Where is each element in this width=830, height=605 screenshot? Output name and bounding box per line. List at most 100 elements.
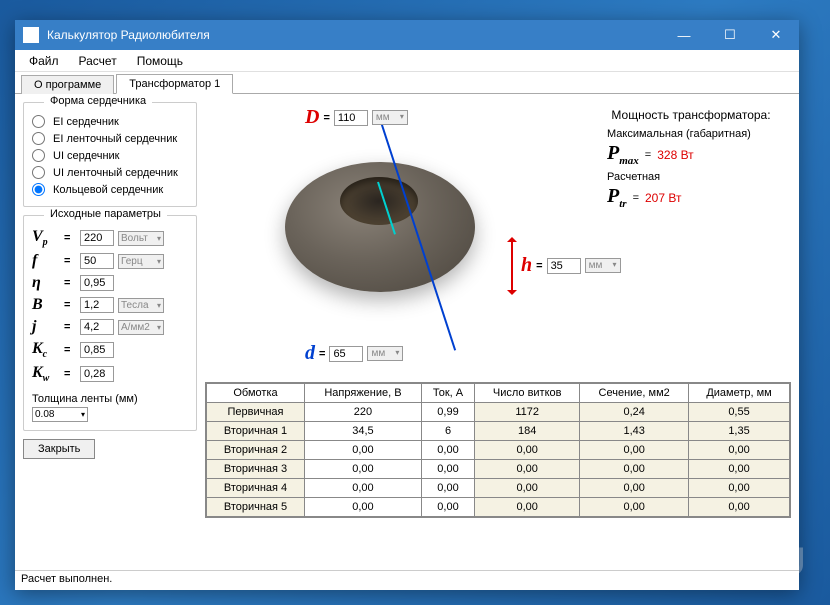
table-cell[interactable]: 0,00 [421,498,474,517]
params-title: Исходные параметры [44,208,167,220]
unit-b[interactable]: Тесла [118,298,164,313]
menu-help[interactable]: Помощь [127,51,193,71]
table-cell[interactable]: 0,00 [305,498,422,517]
tape-label: Толщина ленты (мм) [32,393,188,405]
input-kc[interactable] [80,342,114,358]
input-eta[interactable] [80,275,114,291]
unit-d[interactable]: мм [367,346,403,361]
menubar: Файл Расчет Помощь [15,50,799,72]
core-shape-title: Форма сердечника [44,95,152,107]
unit-f[interactable]: Герц [118,254,164,269]
unit-h[interactable]: мм [585,258,621,273]
table-cell[interactable]: 6 [421,422,474,441]
table-row: Вторичная 50,000,000,000,000,00 [207,498,790,517]
table-cell: 0,00 [475,441,580,460]
radio-ei-tape[interactable]: EI ленточный сердечник [32,130,188,147]
table-cell: Вторичная 2 [207,441,305,460]
close-form-button[interactable]: Закрыть [23,439,95,459]
sym-eta: η [32,274,60,292]
table-cell: 1,43 [580,422,689,441]
radio-ui-tape[interactable]: UI ленточный сердечник [32,164,188,181]
table-cell[interactable]: 0,00 [305,460,422,479]
radio-ui[interactable]: UI сердечник [32,147,188,164]
sym-kw: Kw [32,364,60,384]
toroid-diagram: D= мм d= мм h= мм Мощность трансформатор… [205,102,791,382]
tabstrip: О программе Трансформатор 1 [15,72,799,94]
unit-D[interactable]: мм [372,110,408,125]
table-row: Вторичная 134,561841,431,35 [207,422,790,441]
table-cell[interactable]: 34,5 [305,422,422,441]
height-arrow-icon [511,242,513,290]
sym-vp: Vp [32,228,60,248]
table-row: Вторичная 20,000,000,000,000,00 [207,441,790,460]
power-max-label: Максимальная (габаритная) [607,128,785,140]
table-header: Ток, А [421,384,474,403]
table-cell[interactable]: 0,99 [421,403,474,422]
table-cell: 0,00 [475,479,580,498]
input-d[interactable] [329,346,363,362]
table-cell: 1172 [475,403,580,422]
titlebar: Калькулятор Радиолюбителя — ☐ ✕ [15,20,799,50]
table-cell: 0,00 [580,441,689,460]
app-title: Калькулятор Радиолюбителя [47,28,661,42]
val-ptr: 207 Вт [645,191,681,205]
table-cell: 0,55 [689,403,790,422]
core-shape-group: Форма сердечника EI сердечник EI ленточн… [23,102,197,207]
unit-j[interactable]: А/мм2 [118,320,164,335]
table-cell: 0,00 [689,460,790,479]
sym-pmax: Pmax [607,142,639,167]
table-cell: 184 [475,422,580,441]
tab-about[interactable]: О программе [21,75,114,94]
table-header: Число витков [475,384,580,403]
sym-b: B [32,296,60,314]
unit-vp[interactable]: Вольт [118,231,164,246]
table-cell: 0,24 [580,403,689,422]
power-box: Мощность трансформатора: Максимальная (г… [591,102,791,216]
radio-ei[interactable]: EI сердечник [32,113,188,130]
table-row: Первичная2200,9911720,240,55 [207,403,790,422]
input-j[interactable] [80,319,114,335]
table-cell[interactable]: 220 [305,403,422,422]
power-calc-label: Расчетная [607,171,785,183]
table-cell[interactable]: 0,00 [421,441,474,460]
sym-kc: Kc [32,340,60,360]
table-cell: Вторичная 1 [207,422,305,441]
table-header: Диаметр, мм [689,384,790,403]
input-h[interactable] [547,258,581,274]
menu-file[interactable]: Файл [19,51,69,71]
table-cell[interactable]: 0,00 [421,460,474,479]
app-icon [23,27,39,43]
close-button[interactable]: ✕ [753,20,799,50]
radio-ring[interactable]: Кольцевой сердечник [32,181,188,198]
status-bar: Расчет выполнен. [15,570,799,590]
table-cell: 0,00 [580,460,689,479]
dim-D: D= мм [305,106,408,129]
table-header: Сечение, мм2 [580,384,689,403]
table-cell: 0,00 [580,479,689,498]
input-D[interactable] [334,110,368,126]
table-cell[interactable]: 0,00 [421,479,474,498]
dim-d: d= мм [305,342,403,365]
table-cell[interactable]: 0,00 [305,441,422,460]
input-f[interactable] [80,253,114,269]
menu-calc[interactable]: Расчет [69,51,127,71]
input-vp[interactable] [80,230,114,246]
table-row: Вторичная 30,000,000,000,000,00 [207,460,790,479]
table-cell: 0,00 [580,498,689,517]
tab-transformer-1[interactable]: Трансформатор 1 [116,74,233,94]
table-cell: 0,00 [689,441,790,460]
table-cell: 0,00 [475,498,580,517]
table-cell[interactable]: 0,00 [305,479,422,498]
table-cell: Вторичная 4 [207,479,305,498]
maximize-button[interactable]: ☐ [707,20,753,50]
input-kw[interactable] [80,366,114,382]
val-pmax: 328 Вт [657,148,693,162]
params-group: Исходные параметры Vp = Вольт f = Герц η… [23,215,197,431]
windings-table: ОбмоткаНапряжение, ВТок, АЧисло витковСе… [205,382,791,518]
table-cell: 0,00 [475,460,580,479]
tape-select[interactable]: 0.08 [32,407,88,422]
table-cell: Вторичная 5 [207,498,305,517]
input-b[interactable] [80,297,114,313]
minimize-button[interactable]: — [661,20,707,50]
power-title: Мощность трансформатора: [597,108,785,122]
